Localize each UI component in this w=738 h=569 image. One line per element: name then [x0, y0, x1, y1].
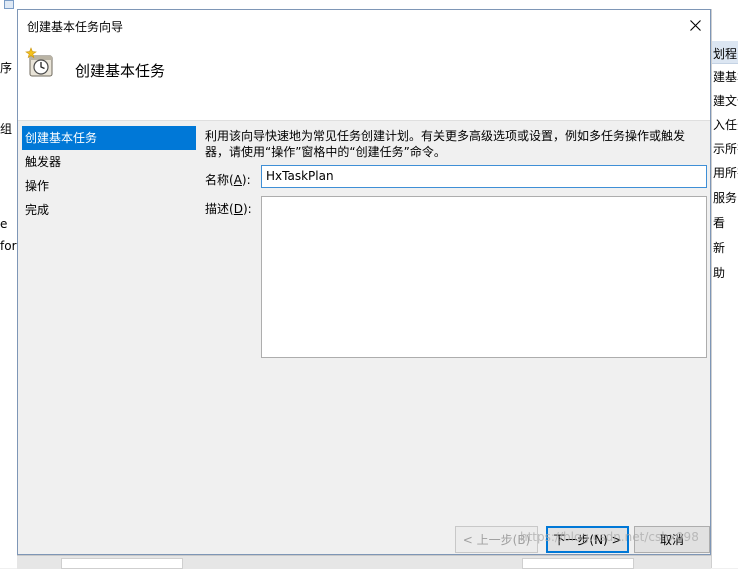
close-icon: [689, 19, 701, 31]
wizard-description: 利用该向导快速地为常见任务创建计划。有关更多高级选项或设置，例如多任务操作或触发…: [205, 129, 686, 159]
action-item[interactable]: 划程: [713, 45, 737, 62]
status-segment: [522, 558, 634, 569]
status-segment: [61, 558, 183, 569]
description-textarea[interactable]: [261, 196, 707, 358]
description-label: 描述(D):: [205, 202, 252, 216]
wizard-header: 创建基本任务: [18, 40, 710, 121]
step-trigger[interactable]: 触发器: [22, 150, 196, 174]
name-input[interactable]: HxTaskPlan: [261, 165, 707, 188]
step-finish[interactable]: 完成: [22, 198, 196, 222]
action-item[interactable]: 示所有: [713, 140, 738, 157]
background-left-pane: 序 组 e for: [0, 9, 18, 568]
close-button[interactable]: [682, 12, 708, 38]
name-label: 名称(A):: [205, 173, 251, 187]
background-left-item: 组: [0, 122, 13, 136]
wizard-heading: 创建基本任务: [75, 62, 166, 80]
step-action[interactable]: 操作: [22, 174, 196, 198]
dialog-title: 创建基本任务向导: [27, 20, 124, 34]
background-actions-pane: 划程 建基本 建文件 入任务 示所有 用所有 服务 看 新 助: [711, 9, 738, 568]
action-item[interactable]: 新: [713, 239, 725, 256]
title-bar[interactable]: 创建基本任务向导: [18, 10, 710, 40]
next-button[interactable]: 下一步(N) >: [546, 526, 629, 553]
background-status-bar: [17, 555, 711, 569]
back-button[interactable]: < 上一步(B): [455, 526, 538, 553]
action-item[interactable]: 建基本: [713, 68, 738, 85]
scheduled-task-clock-icon: [25, 47, 53, 77]
action-item[interactable]: 助: [713, 264, 725, 281]
background-left-item: e: [0, 217, 8, 231]
background-left-item: for: [0, 239, 17, 253]
create-basic-task-wizard: 创建基本任务向导 创建基本任务 创建基本任务 触发器 操作 完成 利用该向导快速…: [17, 9, 711, 555]
window-icon: [4, 0, 14, 9]
action-item[interactable]: 服务: [713, 189, 737, 206]
background-left-item: 序: [0, 61, 13, 75]
wizard-steps: 创建基本任务 触发器 操作 完成: [22, 126, 196, 222]
step-create-basic-task[interactable]: 创建基本任务: [22, 126, 196, 150]
action-item[interactable]: 建文件: [713, 92, 738, 109]
action-item[interactable]: 看: [713, 214, 725, 231]
cancel-button[interactable]: 取消: [634, 526, 710, 553]
action-item[interactable]: 入任务: [713, 116, 738, 133]
action-item[interactable]: 用所有: [713, 164, 738, 181]
